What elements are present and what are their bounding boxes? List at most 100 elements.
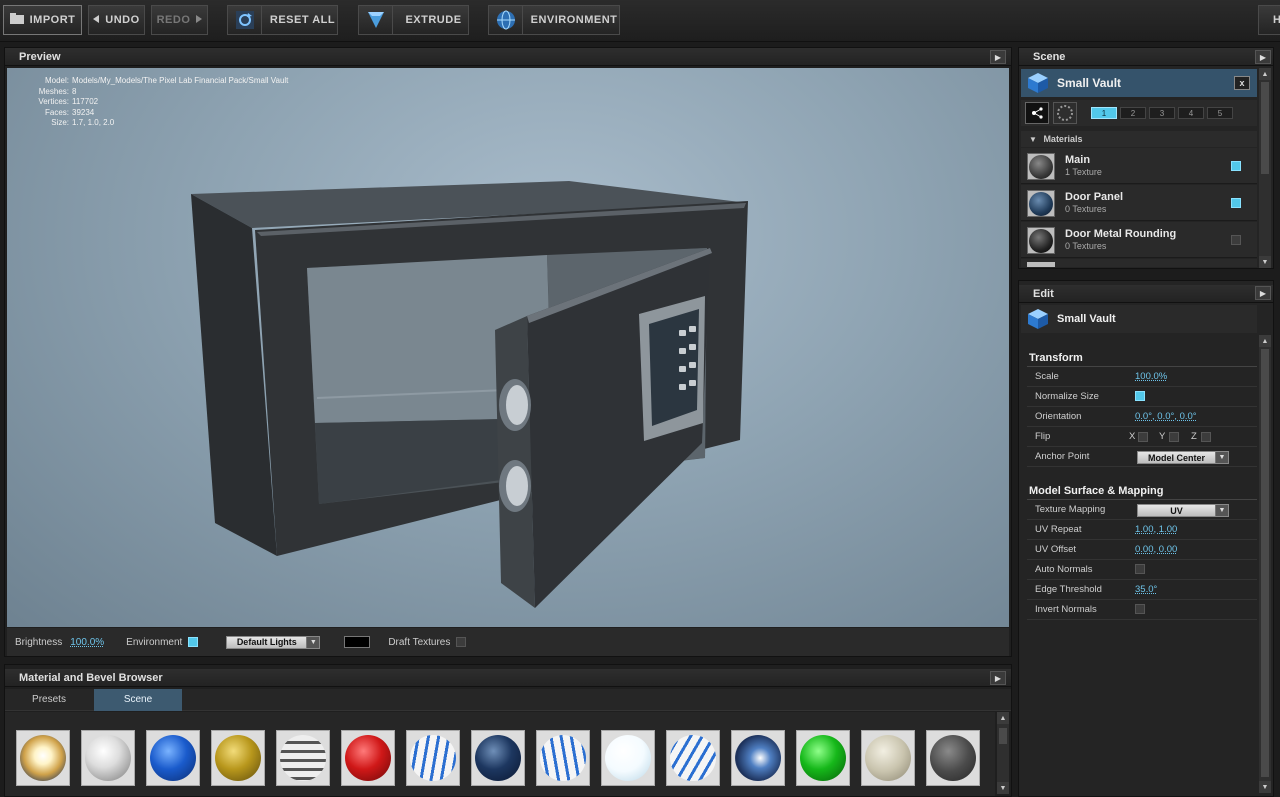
- lights-select-value: Default Lights: [236, 637, 297, 647]
- material-thumbnail: [1027, 190, 1055, 217]
- edge-threshold-value[interactable]: 35.0°: [1135, 584, 1157, 595]
- import-button[interactable]: IMPORT: [3, 5, 82, 35]
- scene-collapse-button[interactable]: ▶: [1255, 50, 1271, 64]
- edit-scrollbar[interactable]: ▲ ▼: [1259, 335, 1271, 793]
- layer-button-2[interactable]: 2: [1120, 107, 1146, 119]
- scroll-thumb[interactable]: [999, 728, 1007, 744]
- auto-normals-label: Auto Normals: [1035, 564, 1093, 575]
- scroll-down-icon[interactable]: ▼: [1259, 781, 1271, 793]
- anchor-select[interactable]: Model Center ▼: [1137, 451, 1229, 464]
- layer-button-3[interactable]: 3: [1149, 107, 1175, 119]
- uv-repeat-value[interactable]: 1.00, 1.00: [1135, 524, 1177, 535]
- flip-x-label: X: [1129, 431, 1136, 442]
- scale-value[interactable]: 100.0%: [1135, 371, 1167, 382]
- invert-normals-checkbox[interactable]: [1135, 604, 1145, 614]
- brightness-value[interactable]: 100.0%: [70, 637, 104, 648]
- swatch-strip: [5, 712, 995, 796]
- background-color-swatch[interactable]: [344, 636, 371, 648]
- help-button[interactable]: H: [1258, 5, 1280, 35]
- material-swatch-blue[interactable]: [146, 730, 200, 786]
- redo-button[interactable]: REDO: [151, 5, 208, 35]
- material-texture-count: 0 Textures: [1065, 204, 1107, 214]
- material-texture-count: 1 Texture: [1065, 167, 1102, 177]
- browser-header: Material and Bevel Browser: [5, 669, 1011, 687]
- material-swatch-green[interactable]: [796, 730, 850, 786]
- preview-title: Preview: [19, 51, 61, 63]
- scroll-down-icon[interactable]: ▼: [1259, 256, 1271, 268]
- flip-z-checkbox[interactable]: [1201, 432, 1211, 442]
- layer-button-5[interactable]: 5: [1207, 107, 1233, 119]
- browser-collapse-button[interactable]: ▶: [990, 671, 1006, 685]
- invert-normals-label: Invert Normals: [1035, 604, 1097, 615]
- 3d-viewport[interactable]: Model: Models/My_Models/The Pixel Lab Fin…: [7, 68, 1009, 627]
- material-visibility-checkbox[interactable]: [1231, 235, 1241, 245]
- scroll-thumb[interactable]: [1261, 349, 1269, 777]
- material-swatch-silver[interactable]: [81, 730, 135, 786]
- undo-label: UNDO: [105, 14, 140, 26]
- material-row-main[interactable]: Main 1 Texture: [1021, 148, 1257, 184]
- material-visibility-checkbox[interactable]: [1231, 161, 1241, 171]
- material-swatch-american-white-3[interactable]: [666, 730, 720, 786]
- prop-anchor-point: Anchor Point Model Center ▼: [1027, 447, 1257, 467]
- material-swatch-beige[interactable]: [861, 730, 915, 786]
- flip-x-checkbox[interactable]: [1138, 432, 1148, 442]
- material-row-door-metal-rounding[interactable]: Door Metal Rounding 0 Textures: [1021, 222, 1257, 258]
- scale-label: Scale: [1035, 371, 1059, 382]
- material-swatch-stripe[interactable]: [276, 730, 330, 786]
- scroll-up-icon[interactable]: ▲: [1259, 335, 1271, 347]
- material-swatch-glow[interactable]: [16, 730, 70, 786]
- edit-object-row: Small Vault: [1021, 305, 1257, 333]
- scene-object-row[interactable]: Small Vault x: [1021, 69, 1257, 97]
- draft-textures-checkbox[interactable]: [456, 637, 467, 647]
- scroll-up-icon[interactable]: ▲: [1259, 68, 1271, 80]
- preview-header: Preview: [5, 48, 1011, 66]
- material-visibility-checkbox[interactable]: [1231, 198, 1241, 208]
- reset-all-button[interactable]: RESET ALL: [227, 5, 338, 35]
- undo-button[interactable]: UNDO: [88, 5, 145, 35]
- material-row-door-panel[interactable]: Door Panel 0 Textures: [1021, 185, 1257, 221]
- material-swatch-american-white[interactable]: [406, 730, 460, 786]
- scroll-down-icon[interactable]: ▼: [997, 782, 1009, 794]
- material-swatch-american-white-2[interactable]: [536, 730, 590, 786]
- material-swatch-dark-grey[interactable]: [926, 730, 980, 786]
- mesh-mode-icon[interactable]: [1025, 102, 1049, 124]
- lights-select[interactable]: Default Lights ▼: [226, 635, 321, 649]
- browser-scrollbar[interactable]: ▲ ▼: [997, 712, 1009, 794]
- material-swatch-white[interactable]: [601, 730, 655, 786]
- cube-icon: [1027, 308, 1049, 330]
- edit-collapse-button[interactable]: ▶: [1255, 286, 1271, 300]
- material-swatch-chrome-blue[interactable]: [731, 730, 785, 786]
- uv-repeat-label: UV Repeat: [1035, 524, 1082, 535]
- scroll-up-icon[interactable]: ▲: [997, 712, 1009, 724]
- vault-model: [191, 181, 748, 608]
- material-texture-count: 0 Textures: [1065, 241, 1107, 251]
- close-icon[interactable]: x: [1234, 76, 1250, 90]
- material-swatch-gold[interactable]: [211, 730, 265, 786]
- preview-footer: Brightness 100.0% Environment Default Li…: [7, 628, 1009, 656]
- material-swatch-red[interactable]: [341, 730, 395, 786]
- environment-checkbox[interactable]: [188, 637, 199, 647]
- preview-collapse-button[interactable]: ▶: [990, 50, 1006, 64]
- extrude-button[interactable]: EXTRUDE: [358, 5, 469, 35]
- folder-icon: [9, 13, 24, 27]
- layer-button-1[interactable]: 1: [1091, 107, 1117, 119]
- materials-section-header[interactable]: ▼ Materials: [1021, 131, 1257, 147]
- flip-y-checkbox[interactable]: [1169, 432, 1179, 442]
- environment-button[interactable]: ENVIRONMENT: [488, 5, 620, 35]
- uv-offset-value[interactable]: 0.00, 0.00: [1135, 544, 1177, 555]
- normalize-checkbox[interactable]: [1135, 391, 1145, 401]
- arrow-right-icon: [196, 14, 203, 26]
- tab-presets[interactable]: Presets: [5, 689, 93, 711]
- orientation-value[interactable]: 0.0°, 0.0°, 0.0°: [1135, 411, 1197, 422]
- arrow-left-icon: [93, 14, 100, 26]
- auto-normals-checkbox[interactable]: [1135, 564, 1145, 574]
- layer-button-4[interactable]: 4: [1178, 107, 1204, 119]
- material-mode-icon[interactable]: [1053, 102, 1077, 124]
- scroll-thumb[interactable]: [1261, 82, 1269, 174]
- scene-scrollbar[interactable]: ▲ ▼: [1259, 68, 1271, 268]
- prop-flip: Flip X Y Z: [1027, 427, 1257, 447]
- material-swatch-navy[interactable]: [471, 730, 525, 786]
- tab-scene[interactable]: Scene: [94, 689, 182, 711]
- mapping-select[interactable]: UV ▼: [1137, 504, 1229, 517]
- scene-panel: Scene ▶ Small Vault x 1 2 3 4 5 ▼ Materi…: [1018, 47, 1274, 269]
